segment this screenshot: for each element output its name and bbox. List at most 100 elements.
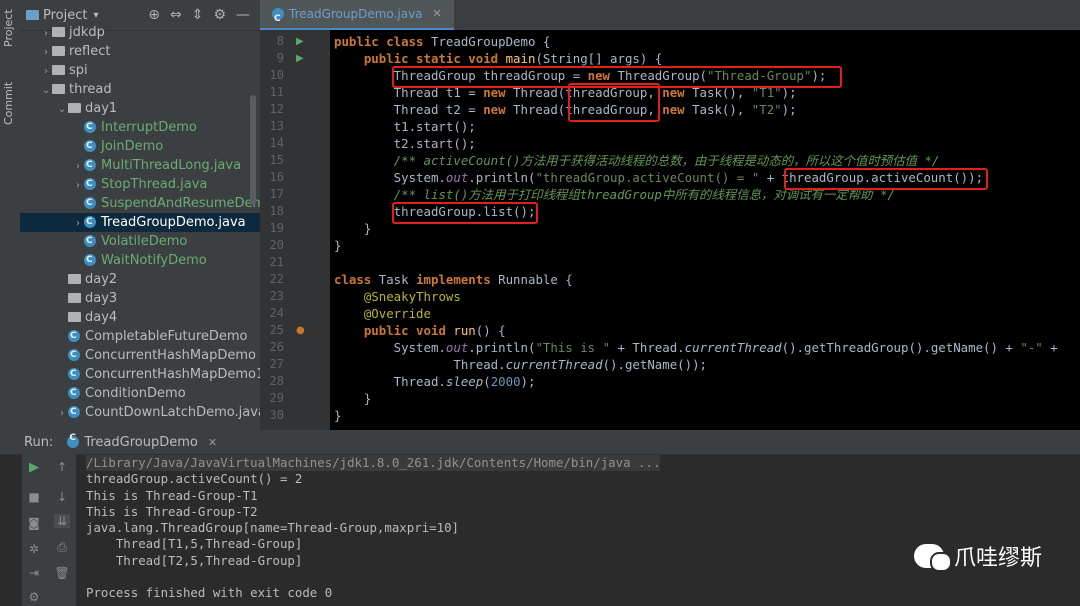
code-line[interactable]: 9 public static void main(String[] args)… [260,50,1080,67]
code-line[interactable]: 14 t2.start(); [260,135,1080,152]
scroll-up-icon[interactable]: ↑ [54,460,70,474]
code-line[interactable]: 19 } [260,220,1080,237]
code-line[interactable]: 28 Thread.sleep(2000); [260,373,1080,390]
code-line[interactable]: 25 public void run() { [260,322,1080,339]
expand-arrow-icon[interactable]: › [40,24,52,43]
collapse-icon[interactable]: ⇔ [170,7,182,23]
minimize-icon[interactable]: — [236,7,250,23]
code-line[interactable]: 13 t1.start(); [260,118,1080,135]
editor-tab-treadgroupdemo[interactable]: TreadGroupDemo.java ✕ [260,0,454,33]
expand-arrow-icon[interactable]: › [72,176,84,195]
code-line[interactable]: 23 @SneakyThrows [260,288,1080,305]
debug-icon[interactable]: ✲ [26,542,42,556]
tree-item[interactable]: › CountDownLatchDemo.java [20,403,260,422]
code-line[interactable]: 29 } [260,390,1080,407]
expand-arrow-icon[interactable]: › [72,157,84,176]
run-tab[interactable]: TreadGroupDemo ✕ [67,433,217,450]
tree-item[interactable]: day2 [20,270,260,289]
tree-item[interactable]: ⌄ thread [20,80,260,99]
tree-item[interactable]: › spi [20,61,260,80]
tree-item[interactable]: › TreadGroupDemo.java [20,213,260,232]
tree-item-label: day3 [85,291,118,306]
code-line[interactable]: 12 Thread t2 = new Thread(threadGroup, n… [260,101,1080,118]
commit-tool-tab[interactable]: Commit [2,78,18,128]
expand-arrow-icon[interactable]: ⌄ [56,100,68,119]
tree-item[interactable]: › MultiThreadLong.java [20,156,260,175]
gear-icon[interactable]: ⚙ [213,7,226,23]
folder-icon [68,274,81,284]
expand-arrow-icon[interactable]: › [40,43,52,62]
line-number: 16 [269,170,284,184]
tree-item[interactable]: ConcurrentHashMapDemo [20,346,260,365]
print-icon[interactable]: ⎙ [54,540,70,555]
tree-item[interactable]: day4 [20,308,260,327]
tree-item[interactable]: InterruptDemo [20,118,260,137]
tree-item[interactable]: SuspendAndResumeDemo [20,194,260,213]
code-editor: TreadGroupDemo.java ✕ 8public class Trea… [260,0,1080,430]
tree-scrollbar[interactable] [250,95,256,205]
code-line[interactable]: 27 Thread.currentThread().getName()); [260,356,1080,373]
tree-item-label: JoinDemo [101,139,164,154]
code-line[interactable]: 21 [260,254,1080,271]
line-number: 30 [269,408,284,422]
folder-icon [52,46,65,56]
java-class-icon [84,232,96,251]
expand-arrow-icon[interactable]: › [40,62,52,81]
import-icon[interactable]: ⇥ [26,566,42,580]
expand-arrow-icon[interactable]: › [72,214,84,233]
run-gutter-icon[interactable]: ▶ [296,33,304,50]
highlight-box [568,83,660,122]
close-icon[interactable]: ✕ [433,0,442,28]
project-tool-tab[interactable]: Project [2,6,18,50]
console-output[interactable]: /Library/Java/JavaVirtualMachines/jdk1.8… [86,455,661,602]
tree-item[interactable]: ⌄ day1 [20,99,260,118]
run-panel: Run: TreadGroupDemo ✕ ▶ ↑ ■ ↓ ◙ ⇊ ✲ ⎙ ⇥ … [0,430,1080,606]
java-class-icon [68,327,80,346]
wechat-icon [913,544,952,572]
java-class-icon [84,194,96,213]
tree-item-label: ConcurrentHashMapDemo [85,348,256,363]
code-line[interactable]: 18 threadGroup.list(); [260,203,1080,220]
soft-wrap-icon[interactable]: ⇊ [54,514,70,528]
close-icon[interactable]: ✕ [208,436,217,449]
project-panel: Project ▾ ⊕ ⇔ ⇕ ⚙ — › jdkdp › reflect › spi ⌄ t… [20,0,260,430]
tree-item[interactable]: JoinDemo [20,137,260,156]
editor-tab-label: TreadGroupDemo.java [289,7,423,21]
tree-item-label: VolatileDemo [101,234,188,249]
code-line[interactable]: 20} [260,237,1080,254]
code-line[interactable]: 30} [260,407,1080,424]
settings-icon[interactable]: ⚙ [26,590,42,604]
tree-item[interactable]: WaitNotifyDemo [20,251,260,270]
code-line[interactable]: 26 System.out.println("This is " + Threa… [260,339,1080,356]
tree-item[interactable]: ConditionDemo [20,384,260,403]
stop-icon[interactable]: ■ [26,490,42,504]
tree-item[interactable]: › jdkdp [20,23,260,42]
camera-icon[interactable]: ◙ [26,516,42,530]
override-marker-icon[interactable]: ● [296,322,305,339]
expand-icon[interactable]: ⇕ [192,7,204,23]
tree-item[interactable]: › StopThread.java [20,175,260,194]
tree-item[interactable]: ConcurrentHashMapDemo1 [20,365,260,384]
folder-icon [26,10,39,20]
code-line[interactable]: 22 class Task implements Runnable { [260,271,1080,288]
code-line[interactable]: 15 /** activeCount()方法用于获得活动线程的总数，由于线程是动… [260,152,1080,169]
tree-item[interactable]: › reflect [20,42,260,61]
tree-item-label: WaitNotifyDemo [101,253,207,268]
dropdown-icon[interactable]: ▾ [93,10,98,21]
scroll-down-icon[interactable]: ↓ [54,490,70,504]
locate-icon[interactable]: ⊕ [148,7,160,23]
tree-item[interactable]: VolatileDemo [20,232,260,251]
run-gutter-icon[interactable]: ▶ [296,50,304,67]
expand-arrow-icon[interactable]: ⌄ [40,81,52,100]
expand-arrow-icon[interactable]: › [56,404,68,423]
tree-item-label: SuspendAndResumeDemo [101,196,260,211]
java-class-icon [84,137,96,156]
code-line[interactable]: 8 public class TreadGroupDemo { [260,33,1080,50]
tree-item[interactable]: CompletableFutureDemo [20,327,260,346]
trash-icon[interactable]: 🗑 [54,566,70,580]
project-panel-title[interactable]: Project [43,8,87,23]
rerun-icon[interactable]: ▶ [26,460,42,475]
tree-item[interactable]: day3 [20,289,260,308]
code-line[interactable]: 24 @Override [260,305,1080,322]
